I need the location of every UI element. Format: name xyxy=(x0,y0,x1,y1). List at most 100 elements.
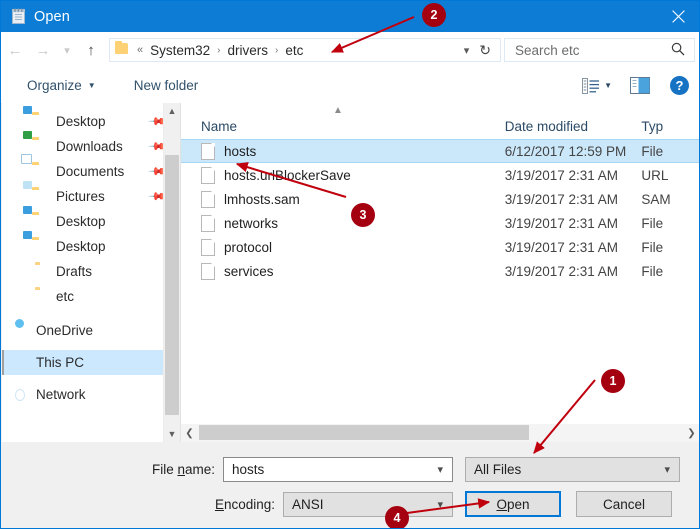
search-input[interactable]: Search etc xyxy=(515,43,580,58)
scrollbar-track[interactable] xyxy=(198,424,683,442)
caret-down-icon[interactable]: ▼ xyxy=(604,81,612,90)
filename-input[interactable]: hosts ▾ xyxy=(223,456,453,482)
open-accel: O xyxy=(496,496,507,512)
breadcrumb-etc[interactable]: etc xyxy=(284,43,304,58)
sidebar-item-label: Desktop xyxy=(56,114,106,129)
close-icon[interactable] xyxy=(655,1,699,32)
file-type-value: All Files xyxy=(474,461,522,477)
file-type: File xyxy=(641,215,664,231)
file-type: File xyxy=(641,263,664,279)
chevron-down-icon[interactable]: ▾ xyxy=(664,463,670,476)
folder-downloads-icon xyxy=(23,131,49,154)
file-type: URL xyxy=(641,167,669,183)
file-row-protocol[interactable]: protocol 3/19/2017 2:31 AM File xyxy=(181,235,699,259)
folder-icon xyxy=(32,289,49,304)
encoding-accel: E xyxy=(214,496,224,512)
navigation-pane-scrollbar[interactable]: ▲ ▼ xyxy=(163,103,180,442)
sidebar-item-onedrive[interactable]: OneDrive xyxy=(2,318,180,343)
file-date-modified: 6/12/2017 12:59 PM xyxy=(504,143,627,159)
file-list-pane: ▲ Name Date modified Typ hosts 6/12/2017… xyxy=(181,103,699,442)
breadcrumb-drivers[interactable]: drivers xyxy=(227,43,270,58)
sidebar-item-etc[interactable]: etc xyxy=(2,284,180,309)
sidebar-item-label: Documents xyxy=(56,164,125,179)
encoding-label: Encoding: xyxy=(214,496,275,512)
folder-pictures-icon xyxy=(23,181,49,204)
folder-desktop-icon xyxy=(23,231,49,254)
file-name: networks xyxy=(224,215,279,231)
sidebar-item-label: Desktop xyxy=(56,214,106,229)
help-icon[interactable]: ? xyxy=(670,76,689,95)
chevron-right-icon[interactable]: ❯ xyxy=(683,428,699,439)
file-row-lmhosts-sam[interactable]: lmhosts.sam 3/19/2017 2:31 AM SAM xyxy=(181,187,699,211)
folder-desktop-icon xyxy=(23,206,49,229)
sidebar-item-desktop-3[interactable]: Desktop xyxy=(2,231,180,259)
file-type: SAM xyxy=(641,191,671,207)
new-folder-button[interactable]: New folder xyxy=(126,78,207,93)
chevron-left-icon[interactable]: ❮ xyxy=(181,428,198,439)
file-row-hosts-urlblockersave[interactable]: hosts.urlBlockerSave 3/19/2017 2:31 AM U… xyxy=(181,163,699,187)
document-icon xyxy=(201,262,215,280)
navigation-list: Desktop 📌 Downloads 📌 Documents 📌 Pictur… xyxy=(2,103,180,407)
chevron-up-icon[interactable]: ▲ xyxy=(164,103,180,119)
sidebar-item-network[interactable]: Network xyxy=(2,382,180,407)
back-arrow-icon[interactable]: ← xyxy=(1,36,29,64)
file-type-combo[interactable]: All Files ▾ xyxy=(465,456,680,482)
preview-pane-icon[interactable] xyxy=(630,77,650,94)
help-glyph: ? xyxy=(675,78,684,93)
scrollbar-thumb[interactable] xyxy=(165,155,179,415)
organize-button[interactable]: Organize ▼ xyxy=(19,78,104,93)
refresh-icon[interactable]: ↻ xyxy=(477,42,500,59)
search-box[interactable]: Search etc xyxy=(504,38,695,62)
search-icon[interactable] xyxy=(671,42,685,59)
sidebar-item-label: Desktop xyxy=(56,239,106,254)
this-pc-icon xyxy=(12,355,29,370)
chevron-down-icon[interactable]: ▾ xyxy=(456,44,478,57)
file-date-modified: 3/19/2017 2:31 AM xyxy=(504,191,619,207)
column-header-name[interactable]: Name xyxy=(181,119,505,134)
cancel-button[interactable]: Cancel xyxy=(576,491,672,517)
chevron-down-icon[interactable]: ▼ xyxy=(164,426,180,442)
encoding-combo[interactable]: ANSI ▾ xyxy=(283,491,453,517)
filename-accel: n xyxy=(177,461,185,477)
navigation-pane: Desktop 📌 Downloads 📌 Documents 📌 Pictur… xyxy=(2,103,180,442)
chevron-down-icon[interactable]: ▾ xyxy=(437,463,443,476)
view-list-icon[interactable] xyxy=(582,77,600,94)
file-name: hosts.urlBlockerSave xyxy=(224,167,351,183)
file-type: File xyxy=(641,143,664,159)
document-icon xyxy=(201,214,215,232)
address-bar[interactable]: « System32 › drivers › etc ▾ ↻ xyxy=(109,38,501,62)
organize-label: Organize xyxy=(27,78,82,93)
sidebar-item-this-pc[interactable]: This PC xyxy=(2,350,180,375)
file-list-horizontal-scrollbar[interactable]: ❮ ❯ xyxy=(181,424,699,442)
breadcrumb-system32[interactable]: System32 xyxy=(149,43,211,58)
breadcrumb-separator-icon[interactable]: › xyxy=(211,45,226,56)
forward-arrow-icon[interactable]: → xyxy=(29,36,57,64)
file-row-services[interactable]: services 3/19/2017 2:31 AM File xyxy=(181,259,699,283)
sidebar-item-drafts[interactable]: Drafts xyxy=(2,259,180,284)
folder-desktop-icon xyxy=(23,106,49,129)
file-rows: hosts 6/12/2017 12:59 PM File hosts.urlB… xyxy=(181,139,699,283)
open-file-dialog: Open ← → ▾ ↑ « System32 › drivers › etc … xyxy=(0,0,700,529)
sidebar-item-label: etc xyxy=(56,289,75,304)
breadcrumb-separator-icon[interactable]: › xyxy=(269,45,284,56)
column-header-type[interactable]: Typ xyxy=(641,119,699,134)
filename-row: File name: hosts ▾ All Files ▾ xyxy=(1,456,699,482)
sidebar-item-label: Network xyxy=(36,387,86,402)
up-arrow-icon[interactable]: ↑ xyxy=(77,36,105,64)
column-header-date-modified[interactable]: Date modified xyxy=(505,119,642,134)
cancel-label: Cancel xyxy=(602,496,646,512)
chevron-down-icon[interactable]: ▾ xyxy=(437,498,443,511)
recent-locations-chevron-icon[interactable]: ▾ xyxy=(57,36,77,64)
file-date-modified: 3/19/2017 2:31 AM xyxy=(504,263,619,279)
encoding-value: ANSI xyxy=(292,496,324,512)
sidebar-item-label: Drafts xyxy=(56,264,93,279)
file-row-networks[interactable]: networks 3/19/2017 2:31 AM File xyxy=(181,211,699,235)
document-icon xyxy=(201,166,215,184)
open-button[interactable]: Open xyxy=(465,491,561,517)
file-row-hosts[interactable]: hosts 6/12/2017 12:59 PM File xyxy=(181,139,699,163)
column-headers: Name Date modified Typ xyxy=(181,113,699,139)
breadcrumb-overflow[interactable]: « xyxy=(131,44,149,56)
file-name: lmhosts.sam xyxy=(224,191,300,207)
scrollbar-thumb[interactable] xyxy=(199,425,529,440)
folder-icon xyxy=(115,40,131,57)
